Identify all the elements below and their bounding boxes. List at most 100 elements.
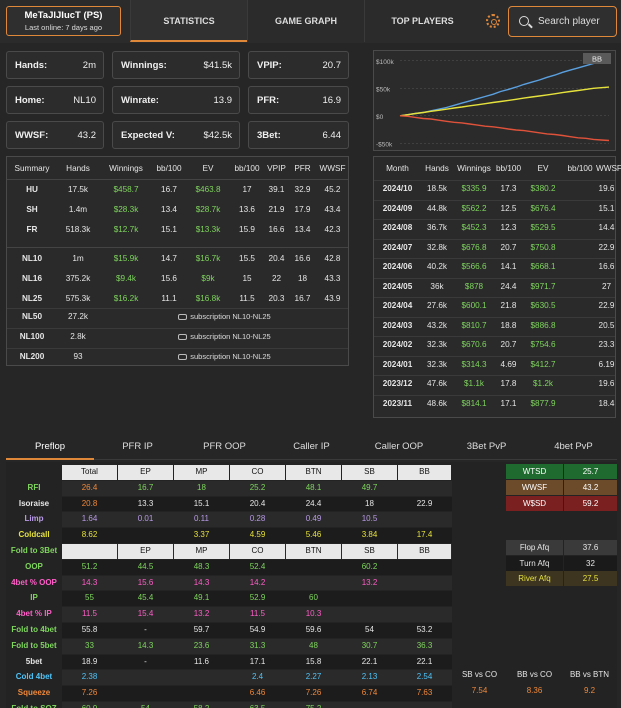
preflop-cell[interactable]: 7.63	[398, 686, 451, 701]
preflop-cell[interactable]	[398, 481, 451, 496]
preflop-cell[interactable]: 48.3	[174, 560, 229, 575]
preflop-cell[interactable]: 16.7	[118, 481, 173, 496]
preflop-cell[interactable]	[118, 528, 173, 543]
preflop-cell[interactable]: 6.74	[342, 686, 397, 701]
subtab-caller-ip[interactable]: Caller IP	[268, 434, 355, 460]
preflop-cell[interactable]: 0.01	[118, 512, 173, 527]
preflop-cell[interactable]: 60	[286, 591, 341, 606]
preflop-cell[interactable]	[342, 607, 397, 622]
preflop-cell[interactable]	[342, 702, 397, 708]
player-badge[interactable]: MeTaJlJIucT (PS) Last online: 7 days ago	[6, 6, 121, 36]
preflop-cell[interactable]: 0.11	[174, 512, 229, 527]
subtab-preflop[interactable]: Preflop	[6, 434, 94, 460]
preflop-cell[interactable]: 22.1	[398, 655, 451, 670]
preflop-cell[interactable]: 18.9	[62, 655, 117, 670]
preflop-cell[interactable]: 10.3	[286, 607, 341, 622]
tab-game-graph[interactable]: GAME GRAPH	[247, 0, 364, 42]
preflop-cell[interactable]: 60.2	[342, 560, 397, 575]
preflop-cell[interactable]	[398, 560, 451, 575]
search-box[interactable]: Search player	[508, 6, 617, 37]
preflop-cell[interactable]: 11.5	[62, 607, 117, 622]
preflop-cell[interactable]: 18	[174, 481, 229, 496]
preflop-cell[interactable]	[398, 576, 451, 591]
preflop-cell[interactable]: 1.64	[62, 512, 117, 527]
preflop-cell[interactable]	[118, 670, 173, 685]
preflop-cell[interactable]: 33	[62, 639, 117, 654]
preflop-cell[interactable]: 59.6	[286, 623, 341, 638]
preflop-cell[interactable]	[342, 591, 397, 606]
preflop-cell[interactable]: 20.8	[62, 497, 117, 512]
preflop-cell[interactable]: 25.2	[230, 481, 285, 496]
preflop-cell[interactable]: EP	[118, 544, 173, 559]
preflop-cell[interactable]: 44.5	[118, 560, 173, 575]
preflop-cell[interactable]	[174, 670, 229, 685]
preflop-cell[interactable]: 6.46	[230, 686, 285, 701]
preflop-cell[interactable]: 15.1	[174, 497, 229, 512]
preflop-cell[interactable]: 10.5	[342, 512, 397, 527]
preflop-cell[interactable]: 45.4	[118, 591, 173, 606]
preflop-cell[interactable]: 22.9	[398, 497, 451, 512]
preflop-cell[interactable]: 20.4	[230, 497, 285, 512]
preflop-cell[interactable]: 17.1	[230, 655, 285, 670]
preflop-cell[interactable]: 5.46	[286, 528, 341, 543]
preflop-cell[interactable]	[398, 702, 451, 708]
preflop-cell[interactable]: 30.7	[342, 639, 397, 654]
subtab-4bet-pvp[interactable]: 4bet PvP	[530, 434, 617, 460]
subtab-pfr-ip[interactable]: PFR IP	[94, 434, 181, 460]
preflop-cell[interactable]: SB	[342, 544, 397, 559]
preflop-cell[interactable]: -	[118, 655, 173, 670]
preflop-cell[interactable]: 15.6	[118, 576, 173, 591]
preflop-cell[interactable]: 36.3	[398, 639, 451, 654]
preflop-cell[interactable]: 22.1	[342, 655, 397, 670]
preflop-cell[interactable]: 15.8	[286, 655, 341, 670]
preflop-cell[interactable]: 54	[118, 702, 173, 708]
preflop-cell[interactable]: 0.49	[286, 512, 341, 527]
preflop-cell[interactable]: 2.13	[342, 670, 397, 685]
preflop-cell[interactable]: 11.6	[174, 655, 229, 670]
preflop-cell[interactable]: 17.4	[398, 528, 451, 543]
preflop-cell[interactable]	[398, 591, 451, 606]
preflop-cell[interactable]: MP	[174, 544, 229, 559]
preflop-cell[interactable]: 48	[286, 639, 341, 654]
preflop-cell[interactable]: 54.9	[230, 623, 285, 638]
preflop-cell[interactable]	[62, 544, 117, 559]
subtab-pfr-oop[interactable]: PFR OOP	[181, 434, 268, 460]
preflop-cell[interactable]: 26.4	[62, 481, 117, 496]
preflop-cell[interactable]: BTN	[286, 544, 341, 559]
preflop-cell[interactable]	[118, 686, 173, 701]
preflop-cell[interactable]: CO	[230, 544, 285, 559]
subscription-lock[interactable]: subscription NL10-NL25	[99, 312, 350, 321]
preflop-cell[interactable]: 7.26	[286, 686, 341, 701]
preflop-cell[interactable]: 14.3	[174, 576, 229, 591]
mini-graph[interactable]: $100k $50k $0 -$50k BB	[373, 50, 616, 151]
subtab-3bet-pvp[interactable]: 3Bet PvP	[443, 434, 530, 460]
preflop-cell[interactable]: 2.27	[286, 670, 341, 685]
preflop-cell[interactable]: 23.6	[174, 639, 229, 654]
preflop-cell[interactable]: 49.1	[174, 591, 229, 606]
preflop-cell[interactable]: 7.26	[62, 686, 117, 701]
preflop-cell[interactable]: 13.2	[174, 607, 229, 622]
preflop-cell[interactable]	[286, 576, 341, 591]
tab-statistics[interactable]: STATISTICS	[130, 0, 247, 42]
subscription-lock[interactable]: subscription NL10-NL25	[99, 352, 350, 361]
tab-top-players[interactable]: TOP PLAYERS	[364, 0, 480, 42]
preflop-cell[interactable]: 14.3	[118, 639, 173, 654]
preflop-cell[interactable]: 75.2	[286, 702, 341, 708]
preflop-cell[interactable]: 18	[342, 497, 397, 512]
subtab-caller-oop[interactable]: Caller OOP	[355, 434, 443, 460]
preflop-cell[interactable]: 48.1	[286, 481, 341, 496]
preflop-cell[interactable]: 49.7	[342, 481, 397, 496]
preflop-cell[interactable]: 59.7	[174, 623, 229, 638]
preflop-cell[interactable]: 4.59	[230, 528, 285, 543]
preflop-cell[interactable]: 55.8	[62, 623, 117, 638]
preflop-cell[interactable]: BB	[398, 544, 451, 559]
preflop-cell[interactable]: 11.5	[230, 607, 285, 622]
preflop-cell[interactable]: 24.4	[286, 497, 341, 512]
preflop-cell[interactable]: 52.9	[230, 591, 285, 606]
subscription-lock[interactable]: subscription NL10-NL25	[99, 332, 350, 341]
preflop-cell[interactable]	[286, 560, 341, 575]
preflop-cell[interactable]: 60.9	[62, 702, 117, 708]
preflop-cell[interactable]: -	[118, 623, 173, 638]
preflop-cell[interactable]	[174, 686, 229, 701]
preflop-cell[interactable]: 2.4	[230, 670, 285, 685]
